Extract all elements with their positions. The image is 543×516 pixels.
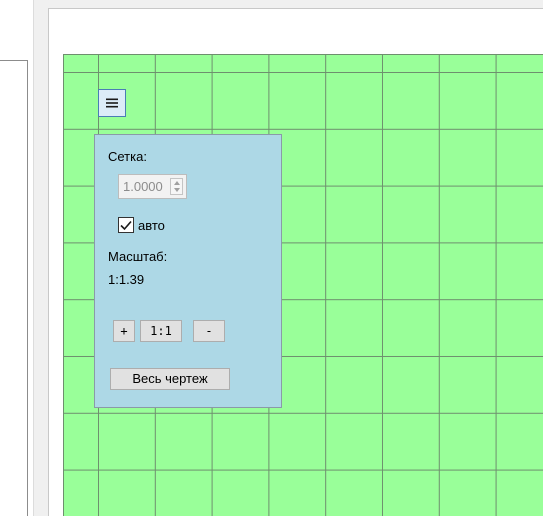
- zoom-in-button[interactable]: +: [113, 320, 135, 342]
- grid-label: Сетка:: [108, 149, 147, 164]
- menu-toggle-button[interactable]: [98, 89, 126, 117]
- zoom-reset-button[interactable]: 1:1: [140, 320, 182, 342]
- zoom-out-button[interactable]: -: [193, 320, 225, 342]
- grid-size-spinbox[interactable]: 1.0000: [118, 174, 187, 199]
- top-strip: [48, 0, 543, 8]
- scale-value: 1:1.39: [108, 272, 145, 287]
- spin-down-icon[interactable]: [174, 188, 180, 192]
- left-pane-border: [0, 60, 28, 516]
- auto-checkbox[interactable]: [118, 217, 134, 233]
- hamburger-icon: [106, 98, 118, 108]
- auto-checkbox-label: авто: [138, 217, 165, 233]
- check-icon: [120, 220, 132, 230]
- splitter[interactable]: [33, 0, 48, 516]
- fit-whole-drawing-button[interactable]: Весь чертеж: [110, 368, 230, 390]
- spin-up-icon[interactable]: [174, 181, 180, 185]
- grid-settings-panel: Сетка: 1.0000 авто Масштаб: 1:1.39 + 1:1…: [94, 134, 282, 408]
- spinbox-arrows[interactable]: [170, 178, 183, 195]
- left-pane: [0, 0, 33, 516]
- grid-size-value: 1.0000: [123, 179, 163, 194]
- scale-label: Масштаб:: [108, 249, 168, 264]
- auto-grid-option[interactable]: авто: [118, 215, 165, 235]
